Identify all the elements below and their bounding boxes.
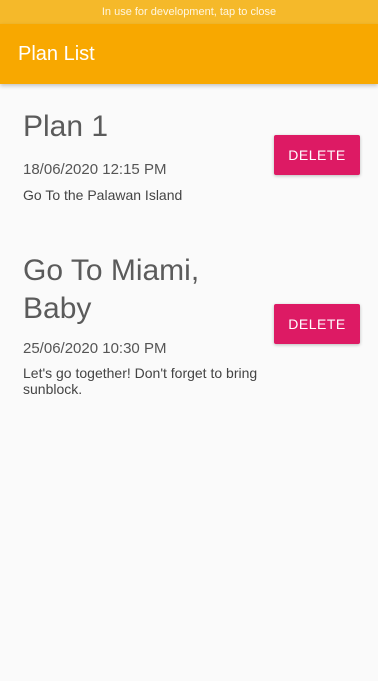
plan-date: 18/06/2020 12:15 PM	[23, 161, 167, 178]
plan-description: Go To the Palawan Island	[23, 187, 183, 203]
delete-button[interactable]: DELETE	[274, 304, 360, 344]
plan-title: Go To Miami, Baby	[23, 254, 200, 325]
plan-date: 25/06/2020 10:30 PM	[23, 340, 167, 357]
app-title: Plan List	[18, 43, 95, 65]
plan-title: Plan 1	[23, 110, 109, 143]
delete-button[interactable]: DELETE	[274, 135, 360, 175]
development-banner[interactable]: In use for development, tap to close	[0, 0, 378, 24]
app-bar: Plan List	[0, 24, 378, 84]
plan-list: Plan 1 18/06/2020 12:15 PM Go To the Pal…	[0, 84, 378, 681]
plan-description: Let's go together! Don't forget to bring…	[23, 365, 258, 397]
